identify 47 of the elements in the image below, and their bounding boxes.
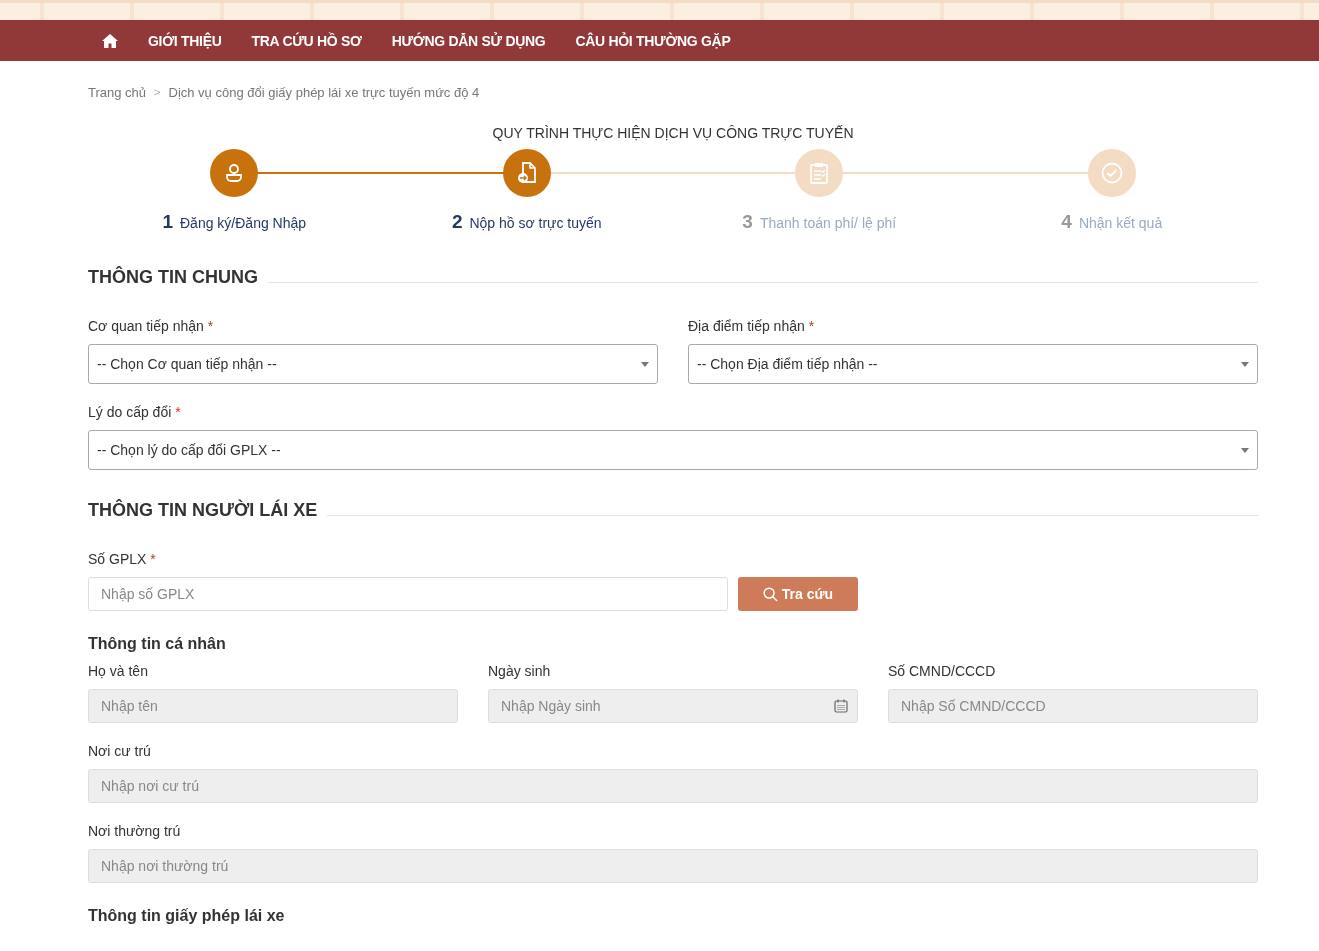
nav-link[interactable]: HƯỚNG DẪN SỬ DỤNG — [391, 32, 546, 49]
subsection-title: Thông tin giấy phép lái xe — [88, 907, 286, 925]
dropdown-select[interactable]: -- Chọn lý do cấp đổi GPLX -- — [88, 430, 1258, 470]
dropdown-select[interactable]: -- Chọn Cơ quan tiếp nhận -- — [88, 344, 658, 384]
step-label: Thanh toán phí/ lệ phí — [759, 215, 897, 231]
step-label: Nộp hồ sơ trực tuyến — [469, 215, 602, 231]
step-label: Nhận kết quả — [1078, 215, 1163, 231]
step-number: 3 — [742, 211, 753, 233]
required-asterisk: * — [150, 551, 156, 567]
nav-link[interactable]: CÂU HỎI THƯỜNG GẶP — [575, 32, 731, 49]
required-asterisk: * — [175, 404, 181, 420]
document-arrow-icon — [516, 162, 537, 184]
nav-link[interactable]: GIỚI THIỆU — [148, 32, 222, 49]
field-label: Số GPLX * — [88, 551, 157, 567]
field-label: Nơi thường trú — [88, 823, 182, 839]
home-icon[interactable] — [102, 33, 118, 48]
field-label: Cơ quan tiếp nhận * — [88, 318, 215, 334]
caret-icon — [1241, 447, 1249, 453]
process-title: QUY TRÌNH THỰC HIỆN DỊCH VỤ CÔNG TRỰC TUYẾN — [491, 125, 855, 141]
step-number: 4 — [1061, 211, 1072, 233]
clipboard-icon — [810, 162, 829, 184]
breadcrumb-link[interactable]: Dịch vụ công đổi giấy phép lái xe trực tuyến mức độ 4 — [168, 84, 480, 100]
step-label: Đăng ký/Đăng Nhập — [180, 215, 307, 231]
person-icon — [224, 163, 245, 183]
check-circle-icon — [1100, 162, 1123, 184]
field-label: Ngày sinh — [488, 663, 552, 679]
subsection-title: Thông tin cá nhân — [88, 635, 227, 653]
field-label: Nơi cư trú — [88, 743, 152, 759]
calendar-icon — [834, 699, 848, 713]
input-field[interactable]: Nhập số GPLX — [88, 577, 728, 611]
breadcrumb-separator: > — [154, 86, 161, 98]
search-icon — [762, 586, 778, 602]
caret-icon — [641, 361, 649, 367]
section-title: THÔNG TIN NGƯỜI LÁI XE — [88, 500, 318, 521]
step-number: 1 — [162, 211, 173, 233]
field-label: Số CMND/CCCD — [888, 663, 997, 679]
breadcrumb-link[interactable]: Trang chủ — [88, 84, 147, 100]
dropdown-select[interactable]: -- Chọn Địa điểm tiếp nhận -- — [688, 344, 1258, 384]
field-label: Họ và tên — [88, 663, 149, 679]
nav-link[interactable]: TRA CỨU HỒ SƠ — [251, 32, 362, 49]
required-asterisk: * — [808, 318, 815, 334]
field-label: Địa điểm tiếp nhận * — [688, 318, 816, 334]
required-asterisk: * — [207, 318, 214, 334]
section-title: THÔNG TIN CHUNG — [88, 267, 258, 288]
caret-icon — [1241, 361, 1249, 367]
step-number: 2 — [451, 211, 463, 233]
field-label: Lý do cấp đổi * — [88, 404, 182, 420]
